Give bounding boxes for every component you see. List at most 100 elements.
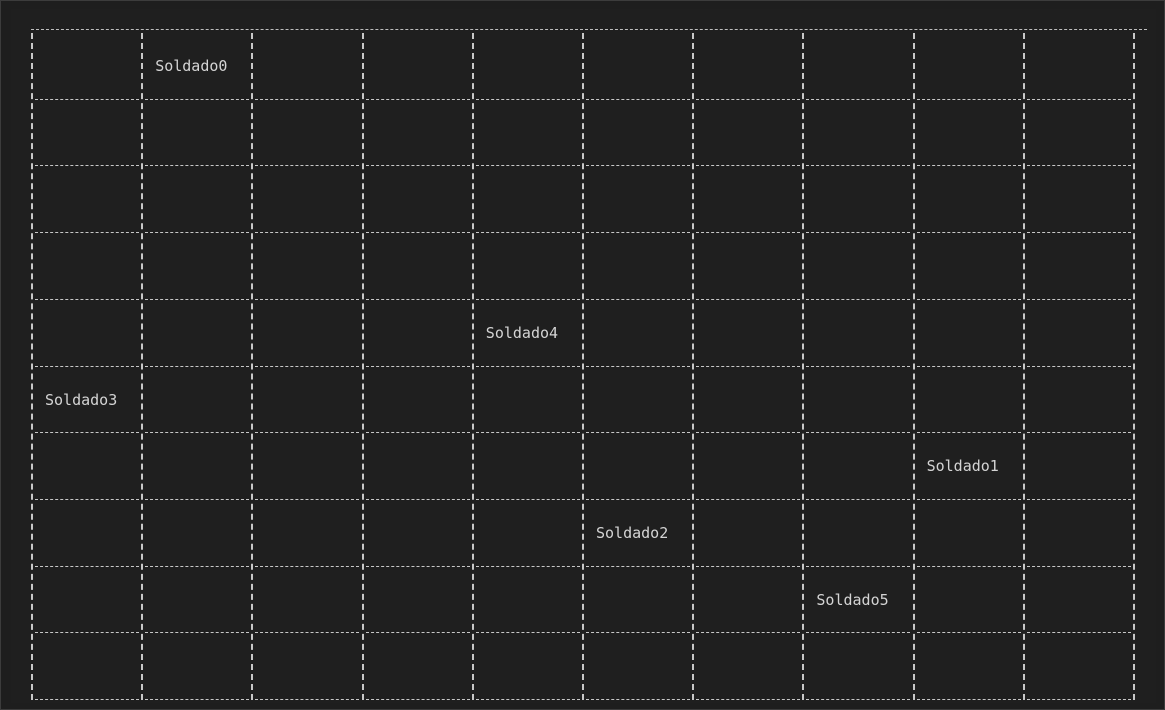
grid-horizontal-line (475, 632, 580, 634)
grid-horizontal-line (1026, 498, 1131, 500)
grid-horizontal-line (145, 699, 250, 700)
grid-horizontal-line (365, 165, 470, 167)
grid-horizontal-line (696, 232, 801, 234)
grid-horizontal-line (475, 699, 580, 700)
grid-horizontal-line (806, 365, 911, 367)
grid-horizontal-line (475, 165, 580, 167)
grid-horizontal-line (806, 165, 911, 167)
grid-horizontal-line (145, 498, 250, 500)
soldier-label: Soldado5 (816, 590, 889, 609)
grid-horizontal-line (365, 365, 470, 367)
grid-horizontal-line (365, 632, 470, 634)
grid-horizontal-line (145, 232, 250, 234)
grid-horizontal-line (696, 165, 801, 167)
grid-horizontal-line (586, 165, 690, 167)
grid-horizontal-line (1026, 565, 1131, 567)
grid-horizontal-line (35, 298, 139, 300)
grid-horizontal-line (586, 498, 690, 500)
grid-horizontal-line (696, 432, 801, 434)
grid-horizontal-line (806, 565, 911, 567)
grid-horizontal-line (365, 565, 470, 567)
grid-horizontal-line (916, 498, 1021, 500)
grid-horizontal-line (35, 165, 139, 167)
grid-horizontal-line (475, 498, 580, 500)
grid-horizontal-line (1026, 432, 1131, 434)
grid-horizontal-line (1026, 298, 1131, 300)
grid-horizontal-line (255, 565, 360, 567)
grid-vertical-line (1133, 33, 1135, 700)
grid-horizontal-line (916, 699, 1021, 700)
grid-horizontal-line (586, 98, 690, 100)
grid-horizontal-line (696, 365, 801, 367)
grid-horizontal-line (696, 498, 801, 500)
soldier-label: Soldado1 (926, 457, 999, 476)
grid-horizontal-line (696, 298, 801, 300)
grid-horizontal-line (255, 232, 360, 234)
grid-horizontal-line (475, 565, 580, 567)
grid-horizontal-line (145, 98, 250, 100)
grid-vertical-line (251, 33, 254, 700)
grid-horizontal-line (145, 165, 250, 167)
grid-horizontal-line (916, 165, 1021, 167)
grid-vertical-line (141, 33, 144, 700)
grid-horizontal-line (916, 432, 1021, 434)
grid-horizontal-line (916, 232, 1021, 234)
grid-horizontal-line (1026, 98, 1131, 100)
grid-horizontal-line (35, 632, 139, 634)
grid-horizontal-line (475, 232, 580, 234)
grid-horizontal-line (696, 98, 801, 100)
grid-horizontal-line (35, 98, 139, 100)
grid-horizontal-line (1026, 699, 1131, 700)
grid-horizontal-line (806, 632, 911, 634)
grid-horizontal-line (806, 432, 911, 434)
grid-horizontal-line (365, 498, 470, 500)
grid-vertical-line (361, 33, 364, 700)
grid-horizontal-line (806, 98, 911, 100)
grid-horizontal-line (255, 632, 360, 634)
grid-horizontal-line (145, 432, 250, 434)
grid-horizontal-line (475, 98, 580, 100)
grid-horizontal-line (586, 365, 690, 367)
grid-vertical-line (1022, 33, 1025, 700)
grid-horizontal-line (1026, 365, 1131, 367)
grid-horizontal-line (145, 632, 250, 634)
grid-horizontal-line (916, 365, 1021, 367)
grid-horizontal-line (365, 432, 470, 434)
grid-vertical-line (31, 33, 33, 700)
grid-vertical-line (471, 33, 474, 700)
grid-vertical-line (802, 33, 805, 700)
grid-horizontal-line (145, 298, 250, 300)
grid-vertical-line (692, 33, 695, 700)
grid-horizontal-line (806, 498, 911, 500)
grid-horizontal-line (255, 365, 360, 367)
grid-horizontal-line (35, 565, 139, 567)
grid-vertical-line (912, 33, 915, 700)
grid-horizontal-line (1026, 165, 1131, 167)
board-top-rule (31, 29, 1147, 30)
grid-horizontal-line (1026, 232, 1131, 234)
grid-horizontal-line (475, 432, 580, 434)
grid-vertical-line (582, 33, 584, 700)
grid-horizontal-line (586, 432, 690, 434)
grid-horizontal-line (916, 565, 1021, 567)
grid-horizontal-line (475, 298, 580, 300)
grid-horizontal-line (145, 365, 250, 367)
soldier-label: Soldado2 (596, 523, 669, 542)
grid-horizontal-line (916, 298, 1021, 300)
grid-horizontal-line (806, 232, 911, 234)
soldier-label: Soldado3 (45, 390, 118, 409)
grid-horizontal-line (586, 632, 690, 634)
grid-horizontal-line (916, 98, 1021, 100)
soldier-label: Soldado0 (155, 57, 228, 75)
grid-horizontal-line (255, 165, 360, 167)
grid-horizontal-line (35, 365, 139, 367)
grid-horizontal-line (255, 432, 360, 434)
grid-horizontal-line (255, 298, 360, 300)
grid-horizontal-line (145, 565, 250, 567)
grid-horizontal-line (916, 632, 1021, 634)
grid-horizontal-line (35, 232, 139, 234)
grid-horizontal-line (586, 565, 690, 567)
grid-horizontal-line (696, 632, 801, 634)
grid-horizontal-line (365, 98, 470, 100)
grid-horizontal-line (806, 298, 911, 300)
